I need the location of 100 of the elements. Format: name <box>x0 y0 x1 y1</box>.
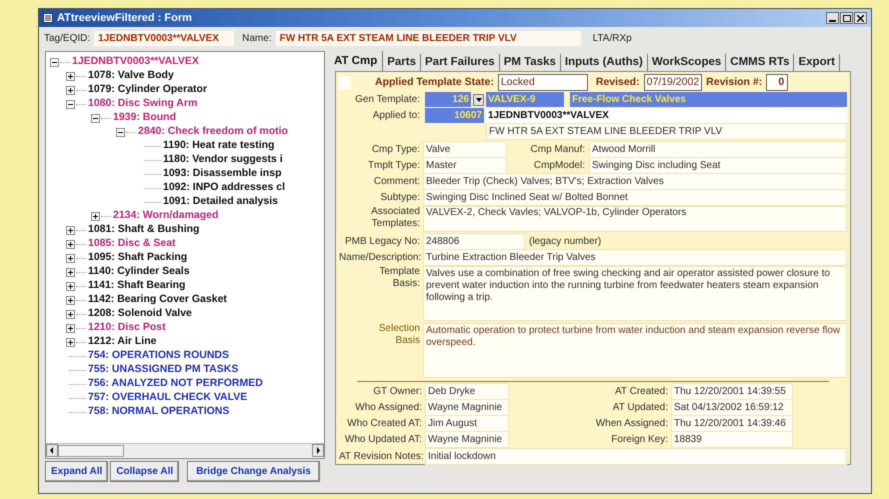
date-field[interactable]: 07/19/2002 <box>644 74 702 92</box>
text-field[interactable]: Initial lockdown <box>425 448 847 465</box>
tree-item[interactable]: 1142: Bearing Cover Gasket <box>88 292 227 308</box>
revision-field[interactable]: 0 <box>766 74 788 92</box>
text-field[interactable]: Thu 12/20/2001 14:39:46 <box>671 415 793 432</box>
tree-item[interactable]: 1080: Disc Swing Arm <box>88 96 198 112</box>
text-field[interactable]: Turbine Extraction Bleeder Trip Valves <box>423 249 847 266</box>
field-label: Cmp Type: <box>370 143 421 157</box>
field-label: Cmp Manuf: <box>530 143 586 157</box>
field-label: AT Updated: <box>612 401 669 415</box>
field-label: GT Owner: <box>372 385 423 399</box>
tree-item[interactable]: 1078: Valve Body <box>88 68 174 84</box>
field-label: Template Basis: <box>378 266 421 290</box>
tree-item[interactable]: 1085: Disc & Seat <box>88 236 176 252</box>
tree-item[interactable]: 2134: Worn/damaged <box>113 208 218 224</box>
applied-tag-field[interactable]: 1JEDNBTV0003**VALVEX <box>486 108 847 123</box>
field-label: Applied Template State: <box>375 74 494 90</box>
tree-item[interactable]: 1939: Bound <box>113 110 176 126</box>
text-field[interactable]: Swinging Disc Inclined Seat w/ Bolted Bonnet <box>423 189 847 206</box>
tree-item[interactable]: 2840: Check freedom of motio <box>138 124 288 140</box>
close-button[interactable] <box>854 12 867 24</box>
field-label: Tag/EQID: <box>44 32 90 46</box>
text-field[interactable]: Wayne Magninie <box>425 431 509 448</box>
tree-item[interactable]: 757: OVERHAUL CHECK VALVE <box>88 390 248 406</box>
tree-item[interactable]: 1081: Shaft & Bushing <box>88 222 200 238</box>
expand-icon[interactable] <box>66 240 75 248</box>
tree-item[interactable]: 1JEDNBTV0003**VALVEX <box>72 54 199 70</box>
tree-item[interactable]: 755: UNASSIGNED PM TASKS <box>88 362 238 378</box>
tree-item[interactable]: 1093: Disassemble insp <box>163 166 282 182</box>
applied-name-field[interactable]: FW HTR 5A EXT STEAM LINE BLEEDER TRIP VLV <box>486 123 847 140</box>
text-field[interactable]: Jim August <box>425 415 509 432</box>
tree-item[interactable]: 1190: Heat rate testing <box>163 138 274 154</box>
expand-icon[interactable] <box>66 72 75 80</box>
scrollbar-thumb[interactable] <box>58 444 124 456</box>
tree-item[interactable]: 1092: INPO addresses cl <box>163 180 285 196</box>
field-label: Associated Templates: <box>370 206 421 230</box>
scroll-right-icon[interactable] <box>312 444 324 457</box>
expand-icon[interactable] <box>66 254 75 262</box>
expand-icon[interactable] <box>91 212 100 220</box>
action-button[interactable]: Expand All <box>45 461 108 482</box>
horizontal-scrollbar[interactable] <box>46 443 324 457</box>
tree-item[interactable]: 1141: Shaft Bearing <box>88 278 186 294</box>
tree-item[interactable]: 758: NORMAL OPERATIONS <box>88 404 230 420</box>
collapse-icon[interactable] <box>116 128 125 136</box>
field-label: CmpModel: <box>532 159 586 173</box>
text-field[interactable]: 248806 <box>423 233 525 250</box>
tag-field[interactable]: 1JEDNBTV0003**VALVEX <box>94 30 234 46</box>
expand-icon[interactable] <box>66 310 75 318</box>
field-label: When Assigned: <box>594 417 669 431</box>
expand-icon[interactable] <box>66 226 75 234</box>
scroll-left-icon[interactable] <box>46 444 58 457</box>
expand-icon[interactable] <box>66 282 75 290</box>
text-field[interactable]: Wayne Magninie <box>425 399 509 416</box>
tree-item[interactable]: 1212: Air Line <box>88 334 156 350</box>
memo-field[interactable]: Valves use a combination of free swing checking and air operator assisted power closure to prevent water induction into the running turbine from feedwater heaters steam expansion following a trip. <box>423 266 847 321</box>
field-label: Tmplt Type: <box>366 159 421 173</box>
tree-item[interactable]: 1140: Cylinder Seals <box>88 264 190 280</box>
tree-item[interactable]: 1091: Detailed analysis <box>163 194 278 210</box>
tree-item[interactable]: 1095: Shaft Packing <box>88 250 188 266</box>
text-field[interactable]: Bleeder Trip (Check) Valves; BTV's; Extraction Valves <box>423 173 847 190</box>
field-label: PMB Legacy No: <box>344 235 421 249</box>
tree-item[interactable]: 1208: Solenoid Valve <box>88 306 192 322</box>
close-icon <box>857 14 864 22</box>
field-label: Revised: <box>596 74 640 90</box>
caret-icon <box>476 98 482 102</box>
text-field[interactable]: Sat 04/13/2002 16:59:12 <box>671 399 793 416</box>
collapse-icon[interactable] <box>66 100 75 108</box>
field-label: AT Created: <box>614 385 669 399</box>
name-field[interactable]: FW HTR 5A EXT STEAM LINE BLEEDER TRIP VLV <box>276 30 581 46</box>
text-field[interactable]: 18839 <box>671 431 793 448</box>
text-field[interactable]: Atwood Morrill <box>589 141 847 158</box>
text-field[interactable]: Master <box>423 157 507 174</box>
expand-icon[interactable] <box>66 268 75 276</box>
tree-item[interactable]: 754: OPERATIONS ROUNDS <box>88 348 229 364</box>
expand-icon[interactable] <box>66 338 75 346</box>
collapse-icon[interactable] <box>50 58 59 66</box>
text-field[interactable]: Thu 12/20/2001 14:39:55 <box>671 383 793 400</box>
field-label: AT Revision Notes: <box>339 450 425 464</box>
tree-item[interactable]: 1079: Cylinder Operator <box>88 82 208 98</box>
minimize-button[interactable] <box>826 12 839 24</box>
collapse-icon[interactable] <box>91 114 100 122</box>
tree-item[interactable]: 1210: Disc Post <box>88 320 166 336</box>
dropdown-button[interactable] <box>473 94 484 106</box>
field-label: Revision #: <box>706 74 762 90</box>
text-field[interactable]: Valve <box>423 141 507 158</box>
tree-item[interactable]: 1180: Vendor suggests i <box>163 152 283 168</box>
expand-icon[interactable] <box>66 324 75 332</box>
action-button[interactable]: Bridge Change Analysis <box>187 461 320 482</box>
text-field[interactable]: Deb Dryke <box>425 383 509 400</box>
text-field[interactable]: Swinging Disc including Seat <box>589 157 847 174</box>
field-label: Name: <box>242 32 272 46</box>
expand-icon[interactable] <box>66 296 75 304</box>
text-field[interactable]: VALVEX-2, Check Vavles; VALVOP-1b, Cylinder Operators <box>423 206 847 232</box>
maximize-button[interactable] <box>840 12 853 24</box>
memo-field[interactable]: Automatic operation to protect turbine from water induction and steam expansion reverse flow overspeed. <box>423 323 847 378</box>
field-label: Comment: <box>372 175 421 189</box>
action-button[interactable]: Collapse All <box>110 461 180 482</box>
expand-icon[interactable] <box>66 86 75 94</box>
state-field[interactable]: Locked <box>498 74 588 92</box>
tree-item[interactable]: 756: ANALYZED NOT PERFORMED <box>88 376 263 392</box>
